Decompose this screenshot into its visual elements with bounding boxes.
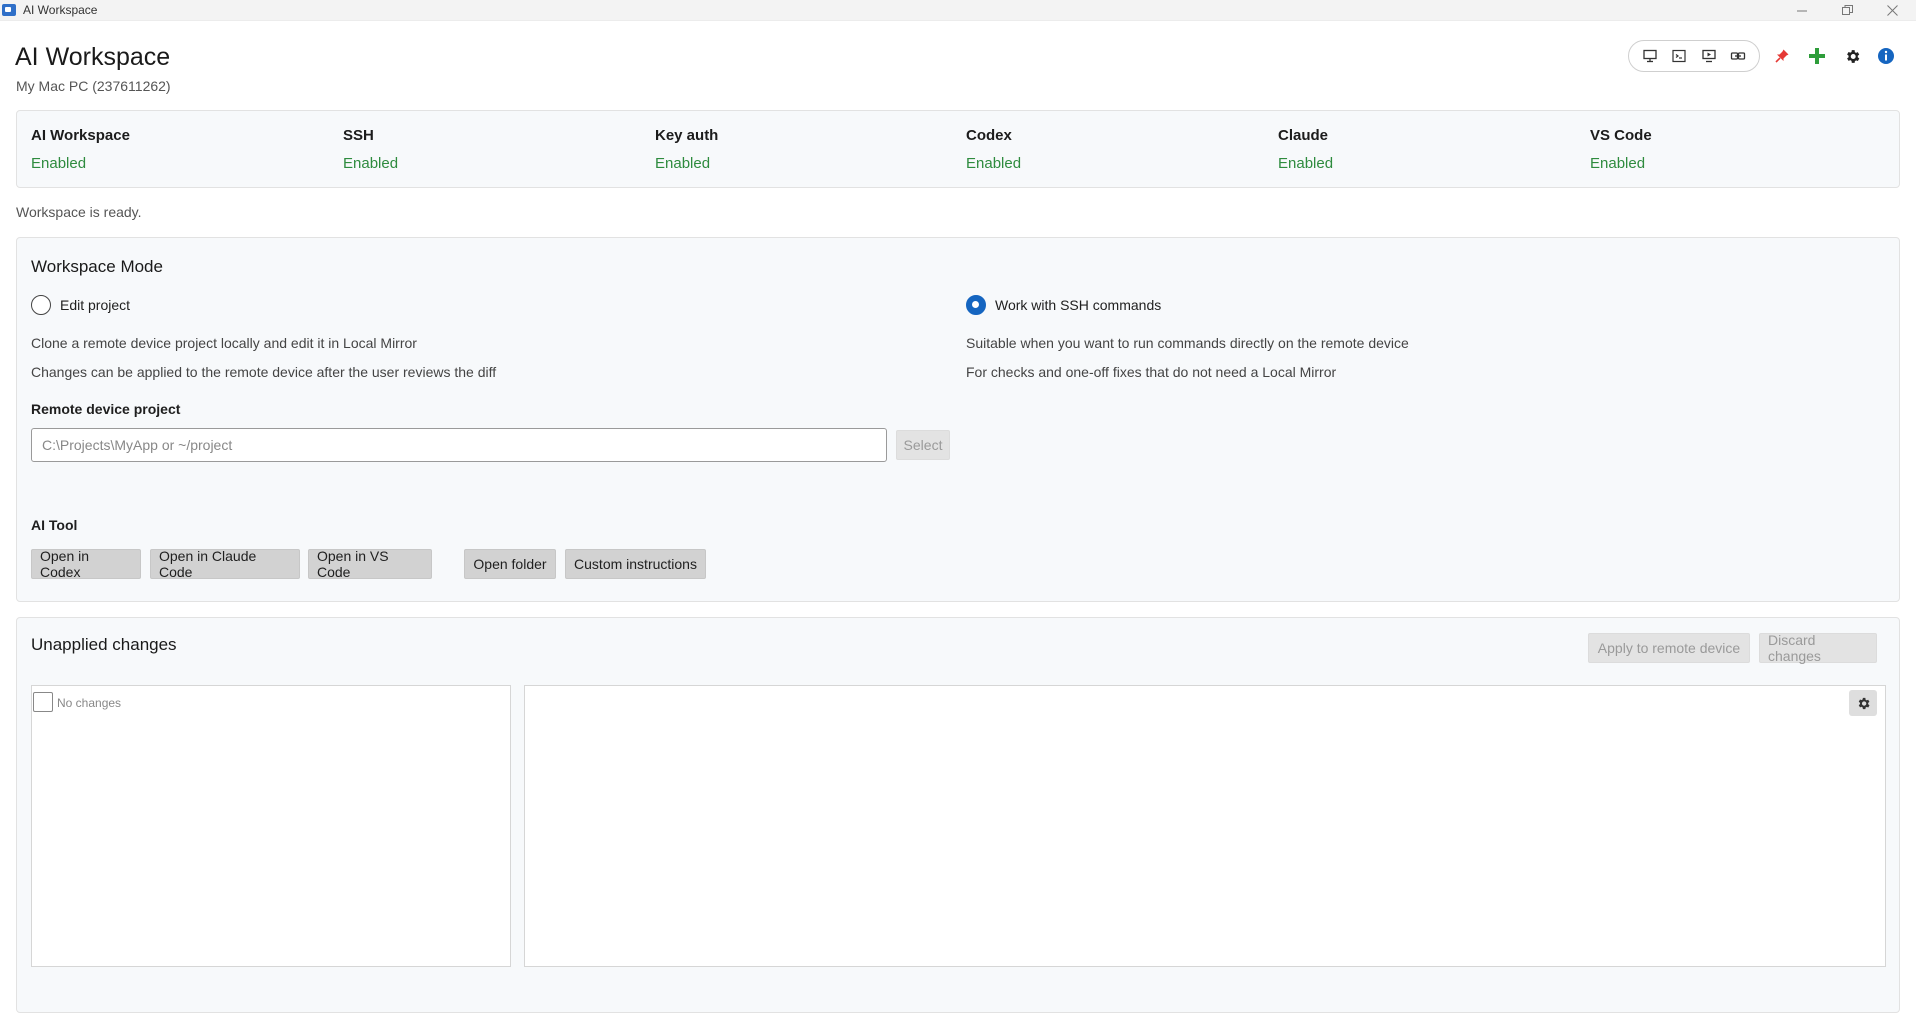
ready-status-text: Workspace is ready. [16, 204, 142, 220]
status-ai-workspace: AI Workspace Enabled [31, 127, 130, 172]
gear-icon[interactable] [1849, 690, 1877, 716]
changes-list[interactable]: No changes [31, 685, 511, 967]
open-in-claude-code-button[interactable]: Open in Claude Code [150, 548, 300, 580]
open-in-vs-code-button[interactable]: Open in VS Code [308, 548, 432, 580]
monitor-icon[interactable] [1638, 44, 1662, 68]
status-ssh: SSH Enabled [343, 127, 399, 172]
gear-icon[interactable] [1840, 44, 1864, 68]
workspace-mode-title: Workspace Mode [31, 257, 163, 276]
open-in-codex-button[interactable]: Open in Codex [31, 548, 141, 580]
ssh-desc-1: Suitable when you want to run commands d… [966, 335, 1409, 351]
info-icon[interactable] [1874, 44, 1898, 68]
plus-icon[interactable] [1805, 44, 1829, 68]
close-icon[interactable] [1870, 0, 1914, 21]
select-all-checkbox[interactable] [33, 692, 53, 712]
discard-changes-button[interactable]: Discard changes [1759, 632, 1877, 664]
page-title: AI Workspace [15, 43, 171, 71]
unapplied-changes-panel: Unapplied changes Apply to remote device… [16, 617, 1900, 1013]
restore-icon[interactable] [1825, 0, 1869, 21]
pin-icon[interactable] [1770, 44, 1794, 68]
radio-button[interactable] [31, 295, 51, 315]
device-subtitle: My Mac PC (237611262) [16, 78, 171, 94]
remote-desktop-icon[interactable] [1697, 44, 1721, 68]
ssh-desc-2: For checks and one-off fixes that do not… [966, 364, 1337, 380]
unapplied-changes-title: Unapplied changes [31, 635, 177, 654]
status-codex: Codex Enabled [966, 127, 1022, 172]
workspace-mode-panel: Workspace Mode Edit project Clone a remo… [16, 237, 1900, 602]
edit-project-desc-2: Changes can be applied to the remote dev… [31, 364, 497, 380]
custom-instructions-button[interactable]: Custom instructions [565, 549, 706, 579]
ai-tool-label: AI Tool [31, 517, 78, 533]
edit-project-desc-1: Clone a remote device project locally an… [31, 335, 417, 351]
radio-edit-project[interactable]: Edit project [31, 295, 130, 315]
remote-tools-group [1628, 40, 1760, 72]
status-vs-code: VS Code Enabled [1590, 127, 1652, 172]
title-bar: AI Workspace [0, 0, 1916, 21]
no-changes-text: No changes [57, 696, 122, 710]
terminal-icon[interactable] [1667, 44, 1691, 68]
app-icon [2, 4, 16, 16]
window-title: AI Workspace [23, 3, 98, 17]
remote-project-label: Remote device project [31, 401, 181, 417]
link-icon[interactable] [1726, 44, 1750, 68]
status-key-auth: Key auth Enabled [655, 127, 719, 172]
diff-view[interactable] [524, 685, 1886, 967]
radio-button-selected[interactable] [966, 295, 986, 315]
apply-to-remote-button[interactable]: Apply to remote device [1588, 633, 1750, 663]
select-button[interactable]: Select [896, 430, 950, 460]
radio-ssh-commands[interactable]: Work with SSH commands [966, 295, 1161, 315]
open-folder-button[interactable]: Open folder [464, 549, 556, 579]
status-claude: Claude Enabled [1278, 127, 1334, 172]
remote-project-input[interactable] [31, 428, 887, 462]
status-summary: AI Workspace Enabled SSH Enabled Key aut… [16, 110, 1900, 188]
minimize-icon[interactable] [1780, 0, 1824, 21]
